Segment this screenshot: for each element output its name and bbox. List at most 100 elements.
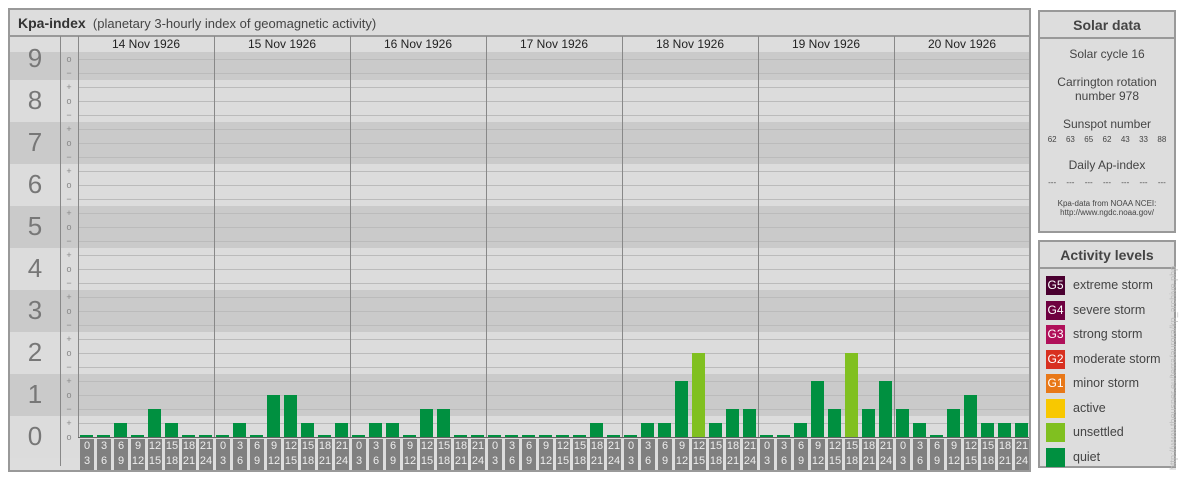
kp-bar[interactable]: [641, 423, 654, 437]
interval-end: 15: [148, 455, 162, 467]
interval-label: 36: [97, 439, 111, 470]
interval-label: 21 24: [879, 439, 893, 470]
day-divider: [894, 36, 895, 438]
kp-sign-minus: −: [66, 236, 72, 246]
kp-bar[interactable]: [726, 409, 739, 437]
kp-bar[interactable]: [301, 423, 314, 437]
interval-label: 69: [114, 439, 128, 470]
kp-level-label: 5: [27, 211, 43, 241]
kp-bar[interactable]: [284, 395, 297, 437]
date-label: 17 Nov 1926: [519, 37, 589, 51]
solar-cycle: Solar cycle 16: [1069, 47, 1145, 61]
kp-bar[interactable]: [165, 423, 178, 437]
kp-bar[interactable]: [794, 423, 807, 437]
interval-label: 18 21: [862, 439, 876, 470]
kp-sign-zero: o: [66, 54, 72, 64]
interval-end: 6: [780, 455, 788, 467]
kp-bar[interactable]: [437, 409, 450, 437]
interval-start: 6: [797, 440, 805, 452]
legend-label: active: [1073, 400, 1106, 415]
interval-start: 12: [828, 440, 842, 452]
interval-start: 21: [879, 440, 893, 452]
interval-label: 03: [624, 439, 638, 470]
interval-label: 18 21: [998, 439, 1012, 470]
interval-end: 15: [964, 455, 978, 467]
kp-bar[interactable]: [913, 423, 926, 437]
interval-label: 12 15: [556, 439, 570, 470]
legend-item: G5 extreme storm: [1046, 276, 1153, 295]
kp-bar[interactable]: [964, 395, 977, 437]
kp-bar[interactable]: [709, 423, 722, 437]
interval-label: 03: [352, 439, 366, 470]
kp-bar[interactable]: [335, 423, 348, 437]
legend-swatch: [1046, 423, 1065, 442]
interval-end: 15: [284, 455, 298, 467]
kp-bar[interactable]: [590, 423, 603, 437]
interval-start: 18: [182, 440, 196, 452]
interval-end: 21: [862, 455, 876, 467]
kp-bar[interactable]: [233, 423, 246, 437]
interval-end: 3: [491, 455, 499, 467]
interval-start: 3: [780, 440, 788, 452]
interval-label: 12 15: [964, 439, 978, 470]
solar-data-panel: Solar data Solar cycle 16 Carrington rot…: [1038, 10, 1176, 233]
kp-bar[interactable]: [811, 381, 824, 437]
kp-bar[interactable]: [148, 409, 161, 437]
date-label: 16 Nov 1926: [383, 37, 453, 51]
grid-line: [78, 269, 1029, 270]
day-divider: [350, 36, 351, 438]
grid-line: [78, 325, 1029, 326]
kp-bar[interactable]: [896, 409, 909, 437]
kp-bar[interactable]: [743, 409, 756, 437]
kp-level-label: 3: [27, 295, 43, 325]
interval-start: 21: [743, 440, 757, 452]
interval-end: 6: [100, 455, 108, 467]
interval-start: 18: [862, 440, 876, 452]
grid-line: [78, 101, 1029, 102]
interval-start: 21: [471, 440, 485, 452]
kp-bar[interactable]: [420, 409, 433, 437]
kp-bar[interactable]: [1015, 423, 1028, 437]
interval-label: 9 12: [811, 439, 825, 470]
ap-value: ---: [1102, 178, 1111, 187]
interval-label: 18 21: [590, 439, 604, 470]
interval-start: 18: [454, 440, 468, 452]
interval-label: 15 18: [301, 439, 315, 470]
kp-bar[interactable]: [386, 423, 399, 437]
kp-bar[interactable]: [862, 409, 875, 437]
interval-label: 69: [522, 439, 536, 470]
kp-bar[interactable]: [845, 353, 858, 437]
interval-start: 6: [525, 440, 533, 452]
title-main: Kpa-index: [18, 15, 86, 31]
interval-start: 9: [678, 440, 686, 452]
interval-end: 21: [182, 455, 196, 467]
source-url[interactable]: http://www.ngdc.noaa.gov/: [1040, 208, 1174, 217]
interval-end: 6: [372, 455, 380, 467]
legend-item: G3 strong storm: [1046, 325, 1142, 344]
kp-bar[interactable]: [267, 395, 280, 437]
kp-bar[interactable]: [828, 409, 841, 437]
kp-sign-minus: −: [66, 152, 72, 162]
kp-bar[interactable]: [692, 353, 705, 437]
ap-values: --- --- --- --- --- --- ---: [1040, 178, 1174, 187]
interval-start: 3: [644, 440, 652, 452]
grid-line: [78, 59, 1029, 60]
kp-bar[interactable]: [947, 409, 960, 437]
kp-bar[interactable]: [998, 423, 1011, 437]
kp-bar[interactable]: [879, 381, 892, 437]
interval-end: 24: [879, 455, 893, 467]
kp-level-label: 4: [27, 253, 43, 283]
interval-start: 15: [709, 440, 723, 452]
kp-bar[interactable]: [114, 423, 127, 437]
legend-item: quiet: [1046, 447, 1101, 467]
legend-label: quiet: [1073, 449, 1101, 464]
interval-start: 9: [406, 440, 414, 452]
interval-start: 9: [950, 440, 958, 452]
kp-bar[interactable]: [369, 423, 382, 437]
kp-bar[interactable]: [675, 381, 688, 437]
kp-bar[interactable]: [981, 423, 994, 437]
kp-bar[interactable]: [658, 423, 671, 437]
interval-end: 18: [573, 455, 587, 467]
interval-end: 15: [420, 455, 434, 467]
date-label: 14 Nov 1926: [111, 37, 181, 51]
